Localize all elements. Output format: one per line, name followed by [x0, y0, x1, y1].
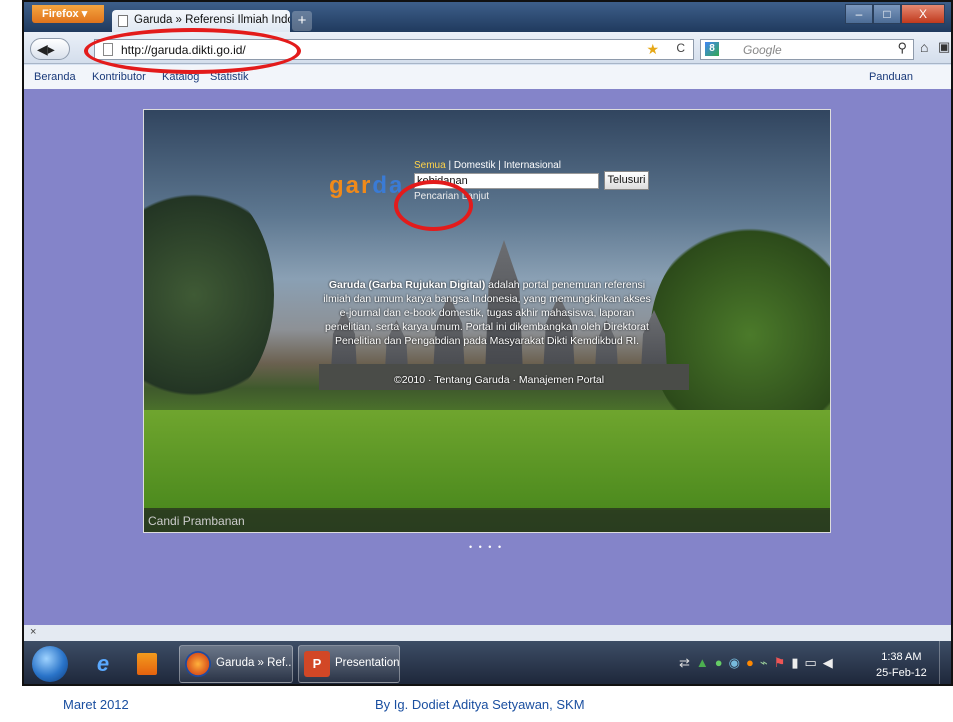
update-icon[interactable]: ◉	[729, 655, 746, 670]
google-icon[interactable]: 8	[705, 42, 719, 56]
taskbar-item-firefox[interactable]: Garuda » Ref...	[179, 645, 293, 683]
bookmark-kontributor[interactable]: Kontributor	[92, 71, 146, 83]
maximize-button[interactable]: □	[873, 4, 901, 24]
close-addon-bar-icon[interactable]: ×	[30, 626, 36, 638]
internet-explorer-icon[interactable]: e	[86, 647, 120, 681]
slide-footer-date: Maret 2012	[63, 697, 129, 712]
hero-image: Semua | Domestik | Internasional kebidan…	[143, 109, 831, 533]
slideshow-dots[interactable]: • • • •	[469, 542, 503, 552]
annotation-circle-search	[394, 180, 473, 231]
screenshot-frame: Firefox ▾ Garuda » Referensi Ilmiah Indo…	[22, 0, 953, 686]
caption-bar	[144, 508, 830, 532]
flag-icon[interactable]: ⚑	[774, 655, 792, 670]
taskbar: e Garuda » Ref... P Presentation... ⇄▲●◉…	[24, 641, 951, 684]
back-forward-buttons[interactable]: ◀▸	[30, 38, 70, 60]
image-caption: Candi Prambanan	[148, 514, 245, 528]
slide-footer-author: By Ig. Dodiet Aditya Setyawan, SKM	[375, 697, 585, 712]
powerpoint-icon: P	[304, 651, 330, 677]
home-icon[interactable]: ⌂	[920, 39, 936, 60]
forward-icon[interactable]: ▸	[48, 41, 55, 57]
back-icon[interactable]: ◀	[37, 41, 48, 57]
addon-icon[interactable]: ▣	[938, 39, 951, 60]
system-tray[interactable]: ⇄▲●◉●⌁⚑▮▭◀	[679, 655, 839, 671]
search-filters: Semua | Domestik | Internasional	[414, 160, 561, 171]
battery-icon[interactable]: ▮	[791, 655, 804, 670]
lawn	[144, 410, 830, 510]
filter-all[interactable]: Semua	[414, 160, 446, 171]
taskbar-label: Garuda » Ref...	[216, 657, 293, 669]
logo-text-a: gar	[329, 172, 373, 199]
footer-links[interactable]: ©2010 · Tentang Garuda · Manajemen Porta…	[394, 374, 604, 386]
chat-icon[interactable]: ●	[715, 655, 729, 670]
volume-icon[interactable]: ◀	[823, 655, 839, 670]
firefox-menu-button[interactable]: Firefox ▾	[32, 5, 104, 23]
display-icon[interactable]: ▭	[804, 655, 822, 670]
minimize-button[interactable]: –	[845, 4, 873, 24]
clock-date: 25-Feb-12	[876, 667, 927, 679]
taskbar-item-powerpoint[interactable]: P Presentation...	[298, 645, 400, 683]
annotation-circle-url	[84, 28, 301, 74]
page-icon	[118, 15, 128, 27]
search-bar[interactable]: 8 Google ⚲	[700, 39, 914, 60]
clock[interactable]: 1:38 AM 25-Feb-12	[876, 649, 927, 681]
filter-separator: |	[445, 160, 454, 171]
tab-title: Garuda » Referensi Ilmiah Indon...	[134, 14, 290, 26]
window-titlebar: Firefox ▾ Garuda » Referensi Ilmiah Indo…	[24, 2, 951, 32]
firefox-icon	[185, 651, 211, 677]
start-button[interactable]	[32, 646, 68, 682]
close-button[interactable]: X	[901, 4, 945, 24]
filter-domestic[interactable]: Domestik	[454, 160, 496, 171]
media-player-icon[interactable]	[130, 647, 164, 681]
antivirus-icon[interactable]: ●	[746, 655, 760, 670]
reload-icon[interactable]: C	[676, 41, 685, 55]
page-content: Semua | Domestik | Internasional kebidan…	[24, 89, 951, 625]
search-button[interactable]: Telusuri	[604, 171, 649, 190]
shield-icon[interactable]: ▲	[696, 655, 715, 670]
filter-international[interactable]: Internasional	[504, 160, 561, 171]
network-icon[interactable]: ⇄	[679, 655, 696, 670]
star-icon[interactable]: ★	[646, 41, 659, 58]
show-desktop-button[interactable]	[939, 641, 951, 684]
portal-description: Garuda (Garba Rujukan Digital) adalah po…	[322, 278, 652, 348]
clock-time: 1:38 AM	[881, 651, 922, 663]
description-title: Garuda (Garba Rujukan Digital)	[328, 279, 486, 291]
signal-icon[interactable]: ⌁	[760, 655, 774, 670]
search-icon[interactable]: ⚲	[897, 40, 907, 56]
garuda-logo: garda	[329, 172, 404, 200]
filter-separator: |	[495, 160, 504, 171]
status-bar: ×	[24, 625, 951, 641]
new-tab-button[interactable]: +	[292, 11, 312, 31]
bookmark-panduan[interactable]: Panduan	[869, 71, 913, 83]
bookmark-beranda[interactable]: Beranda	[34, 71, 76, 83]
search-placeholder: Google	[743, 43, 782, 57]
taskbar-label: Presentation...	[335, 657, 400, 669]
slide: Firefox ▾ Garuda » Referensi Ilmiah Indo…	[0, 0, 953, 722]
tree-left	[144, 180, 274, 410]
window-controls: – □ X	[845, 4, 945, 24]
